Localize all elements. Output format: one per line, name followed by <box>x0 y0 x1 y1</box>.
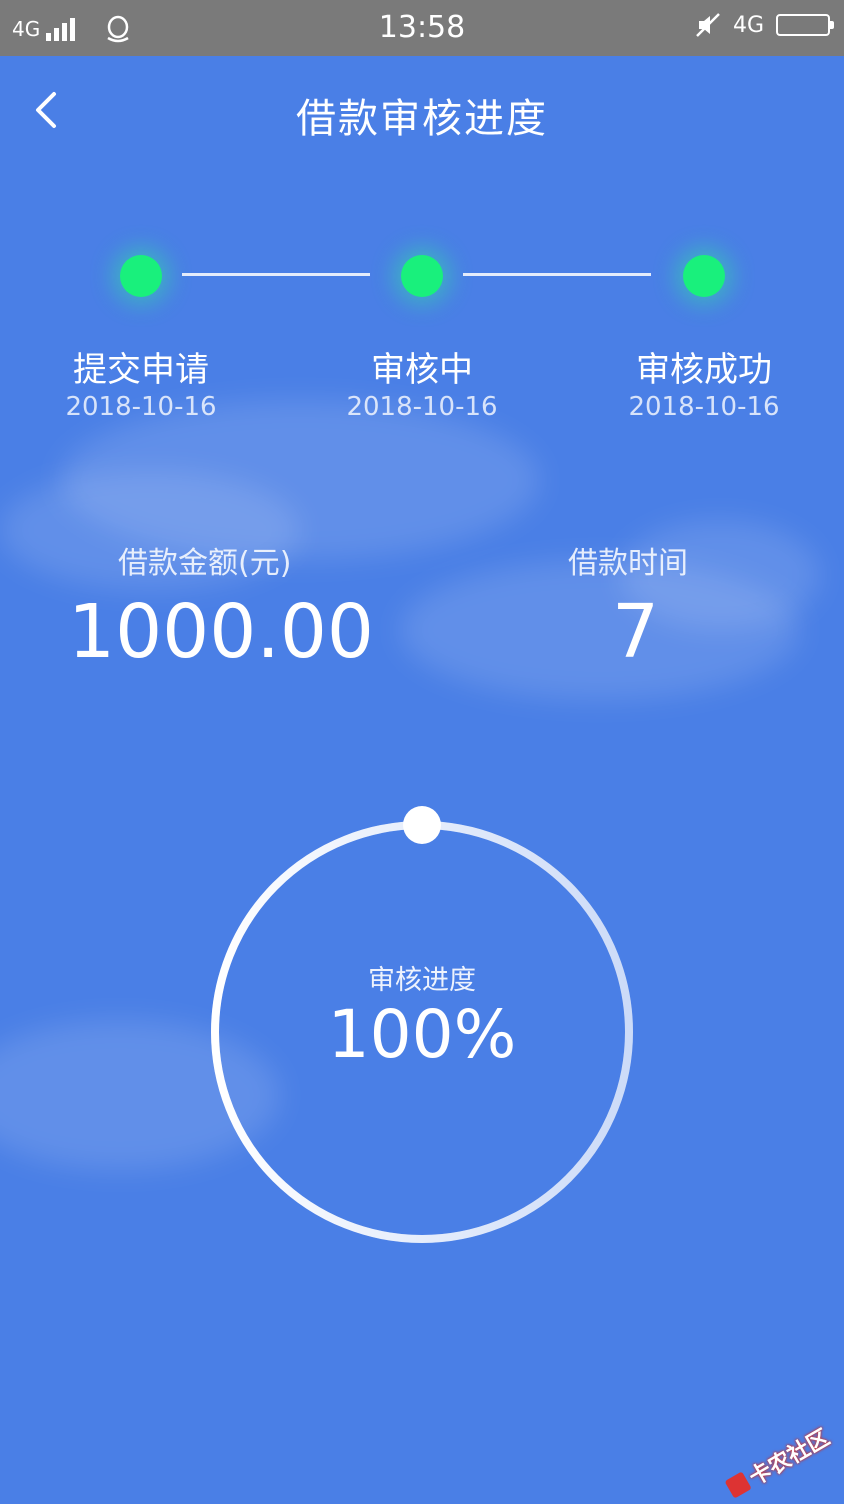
progress-value: 100% <box>327 996 517 1073</box>
progress-label: 审核进度 <box>368 965 476 996</box>
progress-ring <box>211 806 633 1243</box>
progress-ring-knob <box>403 806 441 844</box>
